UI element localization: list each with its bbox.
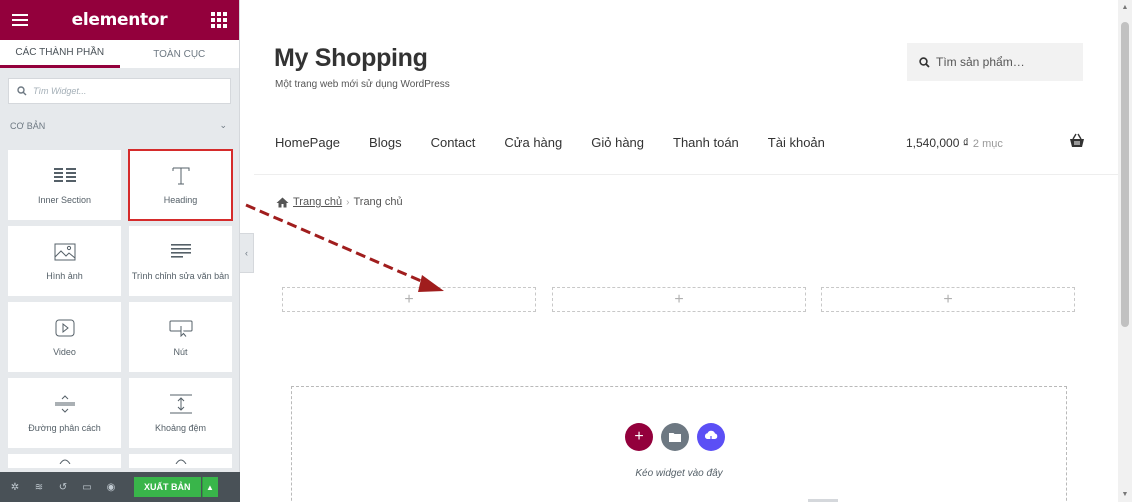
publish-group: XUẤT BẢN ▲	[134, 477, 218, 497]
category-title: CƠ BẢN	[10, 120, 46, 131]
breadcrumb-home-link[interactable]: Trang chủ	[293, 196, 342, 208]
widget-button[interactable]: Nút	[129, 302, 232, 372]
widget-partial[interactable]	[129, 454, 232, 468]
text-editor-icon	[170, 241, 191, 263]
panel-tabs: CÁC THÀNH PHẦN TOÀN CỤC	[0, 40, 239, 68]
nav-item-shop[interactable]: Cửa hàng	[504, 135, 562, 150]
widget-label: Heading	[163, 195, 198, 205]
site-title[interactable]: My Shopping	[274, 44, 428, 73]
widget-label: Khoảng đệm	[154, 423, 207, 433]
kit-library-button[interactable]	[697, 423, 725, 451]
divider-icon	[54, 393, 75, 415]
elementor-panel: elementor CÁC THÀNH PHẦN TOÀN CỤC CƠ BẢN…	[0, 0, 240, 502]
widget-icon-partial	[175, 459, 186, 464]
template-library-button[interactable]	[661, 423, 689, 451]
widget-partial[interactable]	[8, 454, 121, 468]
heading-icon	[171, 165, 191, 187]
scroll-thumb[interactable]	[1121, 22, 1129, 327]
widget-text-editor[interactable]: Trình chỉnh sửa văn bản	[129, 226, 232, 296]
page-scrollbar[interactable]: ▲ ▼	[1118, 0, 1132, 502]
nav-item-account[interactable]: Tài khoản	[768, 135, 825, 150]
widget-divider[interactable]: Đường phân cách	[8, 378, 121, 448]
widget-heading[interactable]: Heading	[128, 149, 233, 221]
add-section-buttons: +	[625, 423, 725, 451]
panel-header: elementor	[0, 0, 239, 40]
responsive-icon[interactable]: ▭	[82, 482, 92, 493]
site-description: Một trang web mới sử dụng WordPress	[275, 79, 450, 90]
widget-label: Inner Section	[37, 195, 92, 205]
product-search-placeholder: Tìm sản phẩm…	[936, 55, 1025, 69]
button-icon	[169, 317, 193, 339]
panel-footer: ✲ ≋ ↺ ▭ ◉ XUẤT BẢN ▲	[0, 472, 240, 502]
widget-label: Hình ảnh	[46, 271, 83, 281]
widget-video[interactable]: Video	[8, 302, 121, 372]
add-section-button[interactable]: +	[625, 423, 653, 451]
breadcrumb: Trang chủ › Trang chủ	[276, 196, 403, 208]
product-search[interactable]: Tìm sản phẩm…	[907, 43, 1083, 81]
plus-icon: +	[674, 290, 684, 308]
widget-image[interactable]: Hình ảnh	[8, 226, 121, 296]
widget-grid: Inner Section Heading Hình ảnh Trình chỉ…	[8, 149, 233, 468]
widget-search-box	[8, 78, 231, 104]
scroll-up-arrow-icon[interactable]: ▲	[1118, 4, 1132, 11]
tab-global[interactable]: TOÀN CỤC	[120, 40, 240, 68]
cart-total: 1,540,000 ₫	[906, 136, 969, 150]
category-header[interactable]: CƠ BẢN ⌄	[0, 114, 239, 137]
widget-label: Trình chỉnh sửa văn bản	[131, 271, 230, 281]
elementor-logo: elementor	[71, 10, 168, 30]
widget-inner-section[interactable]: Inner Section	[8, 150, 121, 220]
basket-icon[interactable]	[1069, 133, 1085, 149]
dropzone-hint: Kéo widget vào đây	[635, 468, 723, 479]
site-preview: My Shopping Một trang web mới sử dụng Wo…	[254, 0, 1118, 502]
breadcrumb-current: Trang chủ	[353, 196, 403, 208]
cart-summary[interactable]: 1,540,000 ₫ 2 mục	[906, 136, 1003, 150]
scroll-down-arrow-icon[interactable]: ▼	[1118, 491, 1132, 498]
tab-elements[interactable]: CÁC THÀNH PHẦN	[0, 40, 120, 68]
nav-item-homepage[interactable]: HomePage	[275, 135, 340, 150]
spacer-icon	[169, 393, 192, 415]
plus-icon: +	[943, 290, 953, 308]
nav-item-cart[interactable]: Giỏ hàng	[591, 135, 644, 150]
preview-eye-icon[interactable]: ◉	[106, 482, 116, 493]
nav-divider	[254, 174, 1118, 175]
plus-icon: +	[404, 290, 414, 308]
widget-search	[0, 68, 239, 114]
image-icon	[54, 241, 76, 263]
history-icon[interactable]: ↺	[58, 482, 68, 493]
menu-icon[interactable]	[12, 14, 28, 26]
chevron-up-icon[interactable]: ▲	[201, 477, 218, 497]
cart-count: 2 mục	[972, 138, 1003, 150]
chevron-down-icon: ⌄	[219, 120, 227, 130]
widget-label: Video	[53, 347, 76, 357]
search-icon	[919, 56, 930, 68]
plus-icon: +	[634, 428, 644, 445]
widget-label: Đường phân cách	[28, 423, 101, 433]
layers-icon[interactable]: ≋	[34, 482, 44, 493]
folder-icon	[669, 433, 681, 442]
add-section-dropzone[interactable]: + Kéo widget vào đây	[291, 386, 1067, 502]
empty-column-add[interactable]: +	[282, 287, 536, 312]
widget-spacer[interactable]: Khoảng đệm	[129, 378, 232, 448]
elementor-editor: elementor CÁC THÀNH PHẦN TOÀN CỤC CƠ BẢN…	[0, 0, 1132, 502]
widgets-grid-icon[interactable]	[210, 12, 227, 28]
settings-icon[interactable]: ✲	[10, 482, 20, 493]
main-nav: HomePage Blogs Contact Cửa hàng Giỏ hàng…	[275, 135, 825, 150]
cloud-icon	[704, 430, 718, 444]
home-icon	[276, 197, 289, 207]
publish-button[interactable]: XUẤT BẢN	[134, 477, 201, 497]
nav-item-contact[interactable]: Contact	[431, 135, 476, 150]
widget-label: Nút	[173, 347, 188, 357]
empty-column-add[interactable]: +	[821, 287, 1075, 312]
inner-section-icon	[53, 165, 76, 187]
nav-item-blogs[interactable]: Blogs	[369, 135, 402, 150]
empty-column-add[interactable]: +	[552, 287, 806, 312]
search-icon	[17, 86, 27, 96]
panel-collapse-handle[interactable]: ‹	[240, 233, 254, 273]
nav-item-checkout[interactable]: Thanh toán	[673, 135, 739, 150]
video-icon	[55, 317, 75, 339]
widget-icon-partial	[59, 459, 70, 464]
widget-search-input[interactable]	[33, 86, 213, 96]
breadcrumb-separator: ›	[346, 196, 350, 208]
